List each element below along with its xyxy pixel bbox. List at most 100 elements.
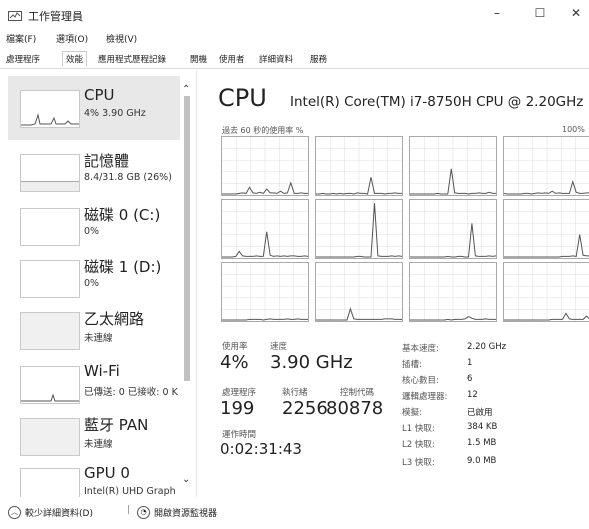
resource-detail: 8.4/31.8 GB (26%) xyxy=(84,172,172,183)
tab-app-history[interactable]: 應用程式歷程記錄 xyxy=(98,53,166,65)
chart-caption: 過去 60 秒的使用率 % xyxy=(222,126,304,135)
window-title: 工作管理員 xyxy=(28,10,83,23)
spec-value: 9.0 MB xyxy=(467,456,497,466)
logical-processor-graph xyxy=(221,262,309,322)
speed-label: 速度 xyxy=(270,342,288,352)
resource-name: GPU 0 xyxy=(84,464,130,482)
logical-processor-graph xyxy=(503,262,589,322)
logical-processor-graph xyxy=(503,136,589,196)
tab-performance[interactable]: 效能 xyxy=(62,51,88,67)
speed-value: 3.90 GHz xyxy=(270,352,353,373)
fewer-details-link[interactable]: 較少詳細資料(D) xyxy=(25,506,93,519)
resource-monitor-link[interactable]: 開啟資源監視器 xyxy=(154,506,217,519)
logical-processor-graph xyxy=(315,262,403,322)
utilization-label: 使用率 xyxy=(222,342,248,352)
resource-list: CPU 4% 3.90 GHz 記憶體 8.4/31.8 GB (26%) 磁碟… xyxy=(0,70,197,497)
spec-value: 1.5 MB xyxy=(467,438,497,448)
menu-file[interactable]: 檔案(F) xyxy=(6,32,36,45)
memory-mini-graph xyxy=(20,154,80,192)
resource-detail: 未連線 xyxy=(84,333,113,344)
tab-processes[interactable]: 處理程序 xyxy=(6,53,40,65)
disk-0-mini-graph xyxy=(20,208,80,246)
tab-services[interactable]: 服務 xyxy=(310,53,327,65)
uptime-value: 0:02:31:43 xyxy=(220,440,302,458)
task-manager-icon xyxy=(8,8,22,21)
resource-name: 藍牙 PAN xyxy=(84,416,149,434)
utilization-line xyxy=(504,312,589,321)
processes-value: 199 xyxy=(220,398,255,419)
resource-detail: Intel(R) UHD Graph xyxy=(84,486,176,497)
resource-detail: 已傳送: 0 已接收: 0 K xyxy=(84,387,178,398)
tab-startup[interactable]: 開機 xyxy=(190,53,207,65)
close-button[interactable]: ✕ xyxy=(566,6,586,24)
tab-details[interactable]: 詳細資料 xyxy=(259,53,293,65)
menu-options[interactable]: 選項(O) xyxy=(56,32,88,45)
gpu-mini-graph xyxy=(20,468,80,497)
footer: ︿ 較少詳細資料(D) | ◔ 開啟資源監視器 xyxy=(0,497,589,529)
resource-detail: 0% xyxy=(84,226,100,237)
spec-label: 模擬: xyxy=(402,408,422,418)
logical-processor-graph xyxy=(221,136,309,196)
logical-processor-graph xyxy=(409,262,497,322)
chart-max-label: 100% xyxy=(562,125,585,134)
spec-label: L2 快取: xyxy=(402,440,435,450)
utilization-value: 4% xyxy=(220,352,249,373)
tab-bar: 處理程序 效能 應用程式歷程記錄 開機 使用者 詳細資料 服務 xyxy=(0,50,589,69)
spec-value: 已啟用 xyxy=(467,408,493,418)
spec-value: 1 xyxy=(467,358,473,368)
resource-name: 磁碟 1 (D:) xyxy=(84,258,162,276)
resource-gpu-0[interactable]: GPU 0 Intel(R) UHD Graph xyxy=(8,454,180,497)
resource-list-scrollbar[interactable]: ⌃ ⌄ xyxy=(180,70,194,497)
logical-processor-graph xyxy=(315,136,403,196)
menu-view[interactable]: 檢視(V) xyxy=(106,32,137,45)
spec-label: 邏輯處理器: xyxy=(402,392,448,402)
handles-value: 80878 xyxy=(326,398,384,419)
chevron-down-icon[interactable]: ⌄ xyxy=(182,474,190,485)
spec-label: 核心數目: xyxy=(402,376,439,386)
cpu-mini-graph xyxy=(20,90,80,128)
spec-label: 插槽: xyxy=(402,360,422,370)
footer-separator: | xyxy=(127,505,131,515)
spec-label: 基本速度: xyxy=(402,344,439,354)
resource-detail: 未連線 xyxy=(84,439,113,450)
disk-1-mini-graph xyxy=(20,260,80,298)
logical-processor-graph xyxy=(503,199,589,259)
resource-name: 磁碟 0 (C:) xyxy=(84,206,161,224)
resource-detail: 0% xyxy=(84,278,100,289)
spec-value: 12 xyxy=(467,390,478,400)
spec-value: 384 KB xyxy=(467,422,498,432)
chevron-up-icon[interactable]: ⌃ xyxy=(182,84,190,95)
resource-detail: 4% 3.90 GHz xyxy=(84,108,146,119)
utilization-line xyxy=(504,234,589,258)
resource-name: 記憶體 xyxy=(84,152,130,170)
maximize-button[interactable]: ☐ xyxy=(530,6,550,24)
logical-processor-graph xyxy=(409,136,497,196)
resource-cpu[interactable]: CPU 4% 3.90 GHz xyxy=(8,76,180,140)
uptime-label: 運作時間 xyxy=(222,430,257,440)
title-bar: 工作管理員 – ☐ ✕ xyxy=(0,0,589,30)
processes-label: 處理程序 xyxy=(222,388,257,398)
logical-processor-graph xyxy=(315,199,403,259)
chevron-up-circle-icon[interactable]: ︿ xyxy=(8,506,21,519)
handles-label: 控制代碼 xyxy=(340,388,375,398)
bluetooth-mini-graph xyxy=(20,418,80,456)
cpu-model-name: Intel(R) Core(TM) i7-8750H CPU @ 2.20GHz xyxy=(290,94,584,110)
scroll-thumb[interactable] xyxy=(184,96,190,381)
minimize-button[interactable]: – xyxy=(487,6,507,24)
tab-users[interactable]: 使用者 xyxy=(219,53,245,65)
spec-label: L3 快取: xyxy=(402,458,435,468)
threads-value: 2256 xyxy=(282,398,328,419)
wifi-mini-graph xyxy=(20,366,80,404)
logical-processor-graph xyxy=(221,199,309,259)
resource-name: Wi-Fi xyxy=(84,362,120,380)
ethernet-mini-graph xyxy=(20,312,80,350)
cpu-detail-panel: CPU Intel(R) Core(TM) i7-8750H CPU @ 2.2… xyxy=(198,70,589,497)
resource-name: CPU xyxy=(84,86,115,104)
spec-value: 2.20 GHz xyxy=(467,342,507,352)
page-title: CPU xyxy=(218,84,267,112)
spec-value: 6 xyxy=(467,374,473,384)
logical-processor-graphs xyxy=(221,136,589,322)
resource-monitor-icon[interactable]: ◔ xyxy=(137,506,150,519)
spec-label: L1 快取: xyxy=(402,424,435,434)
threads-label: 執行緒 xyxy=(282,388,308,398)
